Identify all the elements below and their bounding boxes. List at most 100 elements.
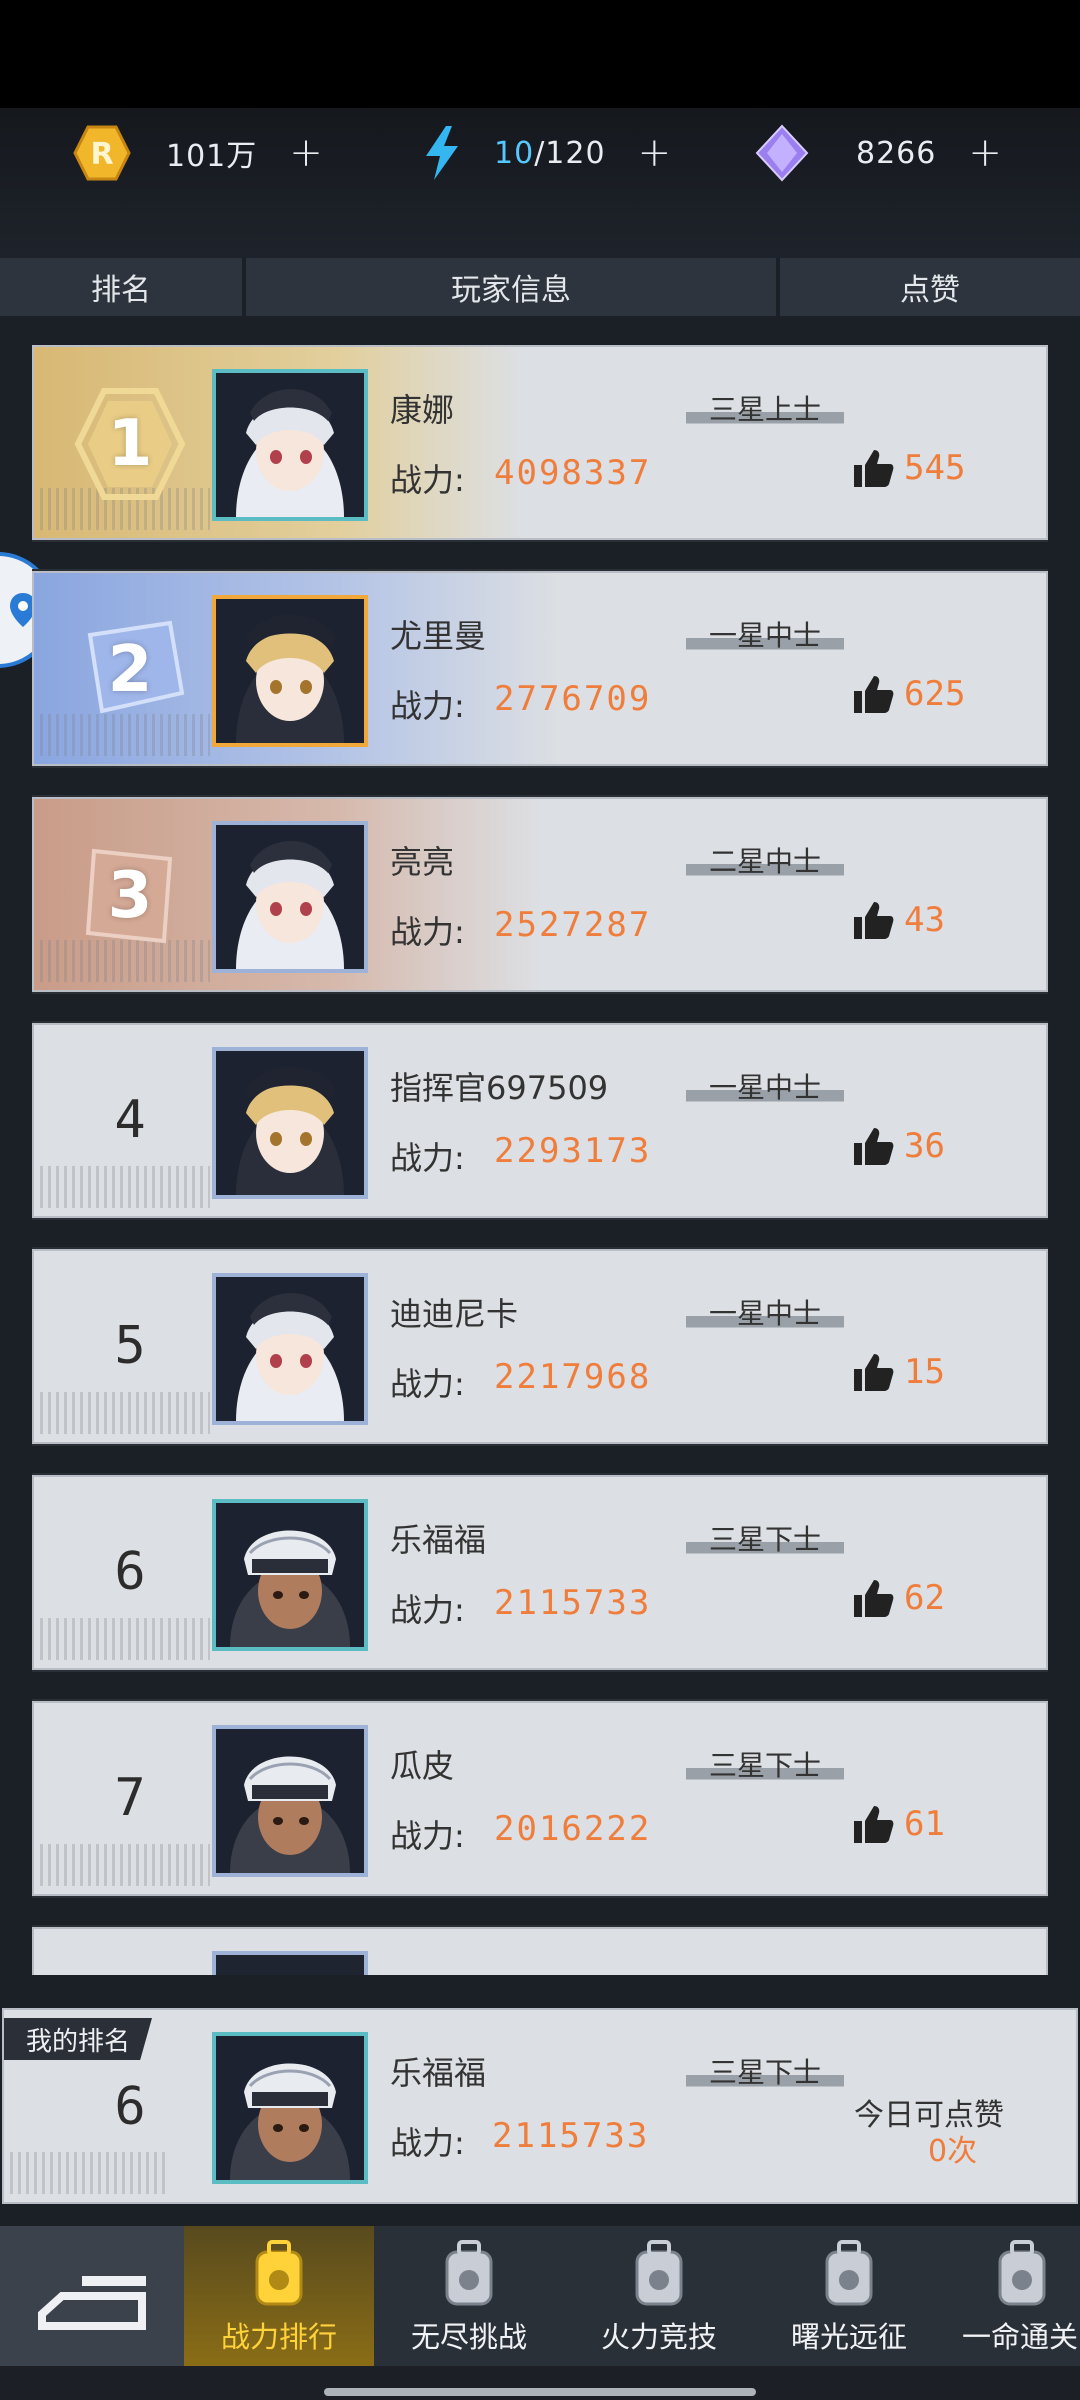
tab-label: 曙光远征 <box>790 2320 907 2354</box>
player-name: 乐福福 <box>390 1521 487 1559</box>
backpack-icon <box>825 2240 873 2306</box>
rank-number: 5 <box>114 1316 146 1376</box>
ranking-row[interactable]: 4 指挥官697509 一星中士 战力: 2293173 36 <box>32 1023 1048 1218</box>
currency-bar: R 101万 + 10/120 + 8266 + <box>0 108 1080 258</box>
column-likes: 点赞 <box>780 258 1080 316</box>
player-avatar[interactable] <box>212 369 368 521</box>
player-avatar[interactable] <box>212 821 368 973</box>
like-control[interactable]: 625 <box>852 673 965 715</box>
gold-coin-icon: R <box>72 123 132 183</box>
ranking-row[interactable]: 6 乐福福 三星下士 战力: 2115733 62 <box>32 1475 1048 1670</box>
gold-value: 101万 <box>166 139 258 174</box>
rank-number: 2 <box>107 633 153 707</box>
gem-add-button[interactable]: + <box>968 130 1002 176</box>
column-player-info: 玩家信息 <box>246 258 776 316</box>
energy-add-button[interactable]: + <box>638 130 672 176</box>
power-label: 战力: <box>390 1817 465 1855</box>
power-label: 战力: <box>390 1591 465 1629</box>
energy-value: 10/120 <box>494 136 606 171</box>
rank-medal-gold: 1 <box>74 385 186 503</box>
power-label: 战力: <box>390 461 465 499</box>
power-label: 战力: <box>390 1139 465 1177</box>
thumbs-up-icon[interactable] <box>852 1351 894 1393</box>
like-count: 61 <box>904 1804 945 1844</box>
thumbs-up-icon[interactable] <box>852 673 894 715</box>
like-count: 15 <box>904 1352 945 1392</box>
ranking-row[interactable]: 3 亮亮 二星中士 战力: 2527287 43 <box>32 797 1048 992</box>
rank-number: 7 <box>114 1768 146 1828</box>
ranking-row[interactable]: 5 迪迪尼卡 一星中士 战力: 2217968 15 <box>32 1249 1048 1444</box>
like-control[interactable]: 43 <box>852 899 945 941</box>
gold-add-button[interactable]: + <box>289 130 323 176</box>
my-rank-panel: 我的排名 6 乐福福 三星下士 战力: 2115733 今日可点赞 0次 <box>2 2008 1078 2204</box>
backpack-icon <box>998 2240 1046 2306</box>
barcode-decoration <box>40 1166 210 1208</box>
player-avatar[interactable] <box>212 1273 368 1425</box>
rank-title-badge: 一星中士 <box>686 1069 844 1107</box>
power-value: 2527287 <box>494 905 652 945</box>
power-label: 战力: <box>390 1365 465 1403</box>
tab-power-ranking[interactable]: 战力排行 <box>184 2226 374 2366</box>
status-bar <box>0 0 1080 108</box>
player-avatar[interactable] <box>212 1047 368 1199</box>
rank-medal-bronze: 3 <box>74 837 186 955</box>
gold-currency: R 101万 + <box>72 118 323 188</box>
like-count: 36 <box>904 1126 945 1166</box>
player-avatar[interactable] <box>212 595 368 747</box>
home-indicator[interactable] <box>324 2388 756 2396</box>
gem-currency: 8266 + <box>752 118 1002 188</box>
tab-dawn-expedition[interactable]: 曙光远征 <box>754 2226 944 2366</box>
rank-title-badge: 二星中士 <box>686 843 844 881</box>
power-label: 战力: <box>390 687 465 725</box>
thumbs-up-icon[interactable] <box>852 1125 894 1167</box>
like-control[interactable]: 61 <box>852 1803 945 1845</box>
my-title-badge: 三星下士 <box>686 2054 844 2092</box>
barcode-decoration <box>40 1392 210 1434</box>
rank-title-badge: 三星下士 <box>686 1747 844 1785</box>
thumbs-up-icon[interactable] <box>852 899 894 941</box>
like-control[interactable]: 15 <box>852 1351 945 1393</box>
rank-number: 3 <box>107 859 153 933</box>
back-arrow-icon <box>38 2276 146 2330</box>
player-avatar[interactable] <box>212 1725 368 1877</box>
thumbs-up-icon[interactable] <box>852 1803 894 1845</box>
power-value: 2016222 <box>494 1809 652 1849</box>
tab-endless-challenge[interactable]: 无尽挑战 <box>374 2226 564 2366</box>
player-name: 尤里曼 <box>390 617 487 655</box>
tab-firepower-arena[interactable]: 火力竞技 <box>564 2226 754 2366</box>
player-name: 康娜 <box>390 391 455 429</box>
ranking-row[interactable]: 1 康娜 三星上士 战力: 4098337 545 <box>32 345 1048 540</box>
column-rank: 排名 <box>0 258 242 316</box>
rank-medal-silver: 2 <box>74 611 186 729</box>
thumbs-up-icon[interactable] <box>852 447 894 489</box>
like-control[interactable]: 62 <box>852 1577 945 1619</box>
rank-number: 1 <box>107 407 153 481</box>
like-count: 625 <box>904 674 966 714</box>
player-name: 亮亮 <box>390 843 455 881</box>
ranking-row[interactable]: 2 尤里曼 一星中士 战力: 2776709 625 <box>32 571 1048 766</box>
back-button[interactable] <box>0 2226 184 2366</box>
tab-label: 火力竞技 <box>600 2320 717 2354</box>
tab-label: 一命通关 <box>962 2320 1079 2354</box>
thumbs-up-icon[interactable] <box>852 1577 894 1619</box>
ranking-list[interactable]: 1 康娜 三星上士 战力: 4098337 545 2 尤里曼 一星中士 战力:… <box>32 345 1048 1975</box>
backpack-icon <box>445 2240 493 2306</box>
like-control[interactable]: 545 <box>852 447 965 489</box>
player-avatar[interactable] <box>212 1951 368 1975</box>
tab-one-life-clear[interactable]: 一命通关 <box>944 2226 1080 2366</box>
column-header: 排名 玩家信息 点赞 <box>0 258 1080 316</box>
power-value: 4098337 <box>494 453 652 493</box>
player-avatar[interactable] <box>212 1499 368 1651</box>
ranking-row[interactable] <box>32 1927 1048 1975</box>
rank-title-badge: 一星中士 <box>686 617 844 655</box>
like-count: 545 <box>904 448 966 488</box>
player-name: 指挥官697509 <box>390 1069 609 1107</box>
power-value: 2217968 <box>494 1357 652 1397</box>
like-control[interactable]: 36 <box>852 1125 945 1167</box>
my-power-value: 2115733 <box>492 2116 650 2156</box>
power-label: 战力: <box>390 913 465 951</box>
backpack-icon <box>255 2240 303 2306</box>
ranking-row[interactable]: 7 瓜皮 三星下士 战力: 2016222 61 <box>32 1701 1048 1896</box>
my-avatar[interactable] <box>212 2032 368 2184</box>
power-value: 2293173 <box>494 1131 652 1171</box>
